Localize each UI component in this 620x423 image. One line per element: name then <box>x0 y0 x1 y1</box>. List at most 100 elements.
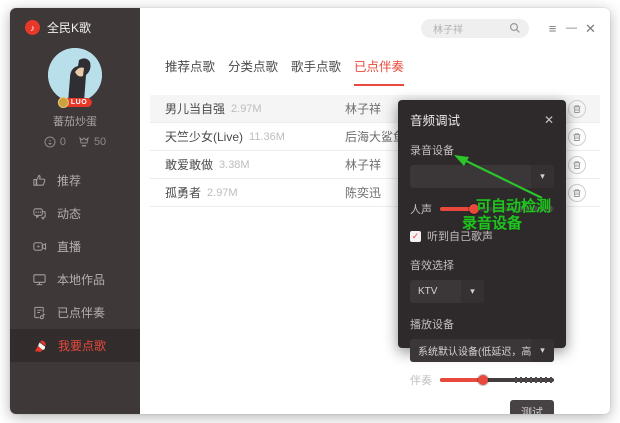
song-size: 2.97M <box>207 186 238 199</box>
flower-stat: 50 <box>78 136 106 148</box>
effect-label: 音效选择 <box>410 260 454 272</box>
listener-icon <box>44 136 56 148</box>
coin-icon <box>57 97 69 108</box>
search-box[interactable] <box>421 18 529 38</box>
sidebar-item-recommend[interactable]: 推荐 <box>10 164 140 197</box>
delete-song-button[interactable] <box>568 183 586 202</box>
sidebar-item-local-works[interactable]: 本地作品 <box>10 263 140 296</box>
sidebar-item-label: 我要点歌 <box>58 339 107 353</box>
delete-song-button[interactable] <box>568 155 586 174</box>
checkbox-label: 听到自己歌声 <box>427 231 493 243</box>
tab-recommend-order[interactable]: 推荐点歌 <box>165 56 215 86</box>
username[interactable]: 蕃茄炒蛋 <box>53 113 97 129</box>
record-device-label: 录音设备 <box>410 145 454 157</box>
search-icon[interactable] <box>509 22 521 34</box>
user-level-badge: LUO <box>57 97 93 108</box>
sidebar-item-label: 推荐 <box>57 174 82 188</box>
sidebar-item-live[interactable]: 直播 <box>10 230 140 263</box>
hear-own-voice-checkbox-row[interactable]: ✓ 听到自己歌声 <box>410 228 554 244</box>
search-input[interactable] <box>433 22 509 34</box>
avatar-image <box>48 48 102 102</box>
listen-count: 0 <box>59 136 66 148</box>
playback-device-value: 系统默认设备(低延迟，高音质) <box>418 347 531 358</box>
chevron-down-icon[interactable]: ▾ <box>461 280 484 303</box>
playback-device-label: 播放设备 <box>410 319 454 331</box>
flower-count: 50 <box>93 136 107 148</box>
sidebar-menu: 推荐 动态 直播 本地作品 已点伴奏 我要点歌 <box>10 164 140 362</box>
effect-value: KTV <box>418 286 438 297</box>
slider-ticks <box>515 206 554 212</box>
tab-bar: 推荐点歌 分类点歌 歌手点歌 已点伴奏 <box>140 56 610 86</box>
sidebar-item-label: 已点伴奏 <box>57 306 106 320</box>
delete-song-button[interactable] <box>568 127 586 146</box>
song-title: 敢爱敢做 <box>165 158 214 172</box>
song-size: 2.97M <box>231 102 262 115</box>
accompaniment-volume-row: 伴奏 <box>410 372 554 388</box>
vocal-volume-slider[interactable] <box>440 204 554 214</box>
flower-icon <box>79 136 89 147</box>
thumbs-up-icon <box>33 174 46 186</box>
app-title: 全民K歌 <box>47 21 92 35</box>
trash-icon <box>573 104 581 113</box>
song-artist: 林子祥 <box>345 102 382 116</box>
trash-icon <box>573 188 581 197</box>
minimize-icon[interactable]: — <box>562 22 581 34</box>
song-title: 男儿当自强 <box>165 102 226 116</box>
tab-singer-order[interactable]: 歌手点歌 <box>291 56 341 86</box>
user-stats: 0 50 <box>44 136 106 148</box>
listen-stat: 0 <box>44 136 66 148</box>
sidebar-item-feed[interactable]: 动态 <box>10 197 140 230</box>
song-size: 11.36M <box>249 130 285 143</box>
vocal-volume-row: 人声 <box>410 201 554 217</box>
playback-device-select[interactable]: 系统默认设备(低延迟，高音质) ▾ <box>410 339 554 362</box>
sidebar-item-ordered-accompaniment[interactable]: 已点伴奏 <box>10 296 140 329</box>
panel-buttons: 测试 下一步 <box>410 388 554 414</box>
slider-fill <box>440 378 484 382</box>
slider-thumb[interactable] <box>478 375 489 385</box>
song-title: 孤勇者 <box>165 186 202 200</box>
sidebar-item-label: 本地作品 <box>57 273 106 287</box>
vocal-label: 人声 <box>410 204 432 216</box>
accompaniment-volume-slider[interactable] <box>440 375 554 385</box>
monitor-icon <box>33 274 46 286</box>
record-device-select[interactable]: ▾ <box>410 165 554 188</box>
panel-title: 音频调试 <box>410 114 461 128</box>
avatar-wrap: LUO <box>48 48 102 108</box>
slider-ticks <box>515 377 554 383</box>
test-button[interactable]: 测试 <box>510 400 554 414</box>
accompaniment-label: 伴奏 <box>410 375 432 387</box>
avatar[interactable] <box>48 48 102 102</box>
song-title: 天竺少女(Live) <box>165 130 244 144</box>
delete-song-button[interactable] <box>568 99 586 118</box>
audio-test-panel: 音频调试 ✕ 录音设备 ▾ 人声 ✓ 听到自己歌声 音效选择 KTV ▾ 播放设… <box>398 100 566 414</box>
close-icon[interactable]: ✕ <box>581 22 600 35</box>
screen: ♪ 全民K歌 LUO 蕃茄炒蛋 0 50 推荐 动态 直播 本地作品 已点伴奏 … <box>0 0 620 423</box>
live-camera-icon <box>33 242 47 251</box>
trash-icon <box>573 132 581 141</box>
main-menu-icon[interactable]: ≡ <box>543 22 562 35</box>
checkbox-checked-icon[interactable]: ✓ <box>410 230 421 242</box>
user-profile: LUO 蕃茄炒蛋 0 50 <box>10 48 140 148</box>
tab-category-order[interactable]: 分类点歌 <box>228 56 278 86</box>
effect-select[interactable]: KTV ▾ <box>410 280 484 303</box>
song-size: 3.38M <box>219 158 250 171</box>
trash-icon <box>573 160 581 169</box>
app-logo: ♪ 全民K歌 <box>10 8 140 40</box>
chat-bubbles-icon <box>33 208 46 220</box>
sidebar-item-label: 动态 <box>57 207 82 221</box>
microphone-red-icon <box>35 340 46 352</box>
topbar: ≡ — ✕ <box>140 8 610 48</box>
tab-ordered-accompaniment[interactable]: 已点伴奏 <box>354 56 405 86</box>
panel-close-icon[interactable]: ✕ <box>544 113 554 127</box>
sidebar-item-order-song[interactable]: 我要点歌 <box>10 329 140 362</box>
slider-thumb[interactable] <box>469 204 480 214</box>
song-list-icon <box>34 306 46 320</box>
sidebar-item-label: 直播 <box>57 240 82 254</box>
chevron-down-icon[interactable]: ▾ <box>531 339 554 362</box>
chevron-down-icon[interactable]: ▾ <box>531 165 554 188</box>
panel-header: 音频调试 ✕ <box>410 110 554 129</box>
app-logo-icon: ♪ <box>25 20 40 35</box>
song-artist: 林子祥 <box>345 158 382 172</box>
sidebar: ♪ 全民K歌 LUO 蕃茄炒蛋 0 50 推荐 动态 直播 本地作品 已点伴奏 … <box>10 8 140 414</box>
app-window: ♪ 全民K歌 LUO 蕃茄炒蛋 0 50 推荐 动态 直播 本地作品 已点伴奏 … <box>10 8 610 414</box>
